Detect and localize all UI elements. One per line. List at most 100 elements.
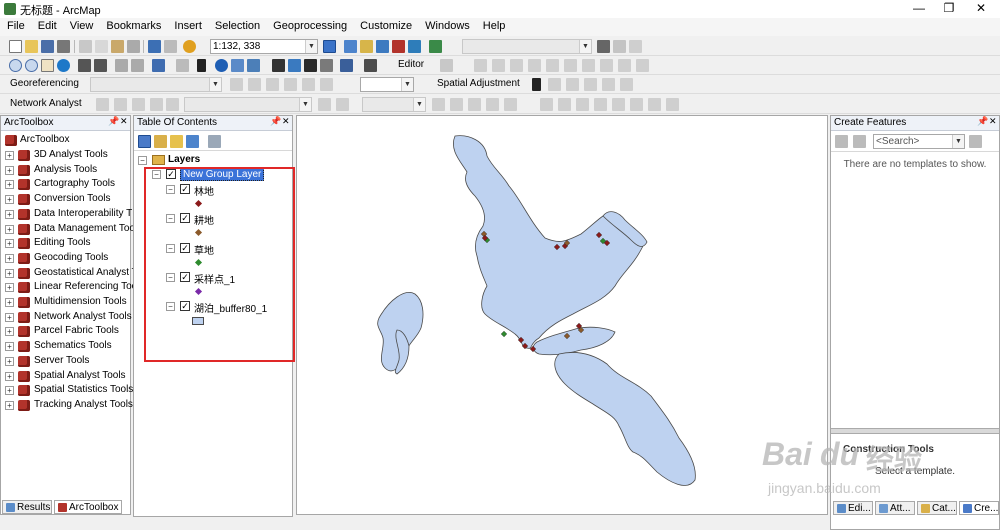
list-by-visibility-icon[interactable]	[170, 135, 183, 148]
trace-task-icon[interactable]	[336, 98, 349, 111]
close-icon[interactable]: ✕	[120, 116, 128, 127]
expand-icon[interactable]: +	[5, 180, 14, 190]
expand-icon[interactable]: +	[5, 239, 14, 249]
fixed-zoom-out-icon[interactable]	[94, 59, 107, 72]
close-icon[interactable]: ✕	[989, 116, 997, 127]
multi-displacement-icon[interactable]	[584, 78, 597, 91]
select-elements-icon[interactable]	[532, 78, 541, 91]
expand-icon[interactable]: +	[5, 165, 14, 175]
tab-editor[interactable]: Edi...	[833, 501, 873, 515]
tab-arctoolbox[interactable]: ArcToolbox	[54, 500, 122, 514]
collapse-icon[interactable]: −	[138, 156, 147, 165]
expand-icon[interactable]: +	[5, 312, 14, 322]
map-scale-combo[interactable]: 1:132, 338 ▼	[210, 39, 318, 54]
auto-registration-icon[interactable]	[302, 78, 315, 91]
menu-file[interactable]: File	[0, 18, 31, 36]
editor-menu[interactable]: Editor	[398, 59, 424, 70]
expand-icon[interactable]: +	[5, 224, 14, 234]
template-properties-icon[interactable]	[853, 135, 866, 148]
expand-icon[interactable]: +	[5, 195, 14, 205]
point-icon[interactable]	[528, 59, 541, 72]
sketch-icon[interactable]	[629, 40, 642, 53]
georeferencing-menu[interactable]: Georeferencing	[10, 78, 79, 89]
menu-edit[interactable]: Edit	[31, 18, 63, 36]
pin-icon[interactable]: 📌	[977, 116, 988, 127]
clear-results-icon[interactable]	[486, 98, 499, 111]
validate-topology-icon[interactable]	[558, 98, 571, 111]
topology-icon[interactable]	[540, 98, 553, 111]
close-icon[interactable]: ✕	[282, 116, 290, 127]
expand-icon[interactable]: +	[5, 386, 14, 396]
expand-icon[interactable]: +	[5, 268, 14, 278]
flag-icon[interactable]	[432, 98, 445, 111]
map-view[interactable]	[296, 115, 828, 515]
trace-icon[interactable]	[510, 59, 523, 72]
expand-icon[interactable]: +	[5, 356, 14, 366]
list-by-drawing-order-icon[interactable]	[138, 135, 151, 148]
copy-icon[interactable]	[95, 40, 108, 53]
display-results-icon[interactable]	[504, 98, 517, 111]
tab-results[interactable]: Results	[2, 500, 52, 514]
cut-polygons-icon[interactable]	[546, 59, 559, 72]
minimize-button[interactable]: —	[904, 0, 934, 18]
forward-icon[interactable]	[131, 59, 144, 72]
tab-create-features[interactable]: Cre...	[959, 501, 999, 515]
menu-view[interactable]: View	[63, 18, 100, 36]
save-icon[interactable]	[41, 40, 54, 53]
create-features-icon[interactable]	[636, 59, 649, 72]
menu-geoprocessing[interactable]: Geoprocessing	[266, 18, 353, 36]
tab-catalog[interactable]: Cat...	[917, 501, 957, 515]
menu-insert[interactable]: Insert	[167, 18, 208, 36]
viewer-icon[interactable]	[320, 78, 333, 91]
end-point-arc-icon[interactable]	[492, 59, 505, 72]
back-icon[interactable]	[115, 59, 128, 72]
identify-icon[interactable]	[215, 59, 228, 72]
expand-icon[interactable]: +	[5, 151, 14, 160]
pan-icon[interactable]	[41, 59, 54, 72]
organize-templates-icon[interactable]	[835, 135, 848, 148]
find-icon[interactable]	[272, 59, 285, 72]
barrier-icon[interactable]	[450, 98, 463, 111]
cut-icon[interactable]	[79, 40, 92, 53]
menu-customize[interactable]: Customize	[353, 18, 418, 36]
expand-icon[interactable]: +	[5, 209, 14, 219]
add-control-points-icon[interactable]	[266, 78, 279, 91]
planarize-lines-icon[interactable]	[648, 98, 661, 111]
search-icon[interactable]	[969, 135, 982, 148]
undo-icon[interactable]	[148, 40, 161, 53]
add-data-icon[interactable]	[183, 40, 196, 53]
restore-button[interactable]: ❐	[934, 0, 964, 18]
georef-scale-combo[interactable]: ▼	[360, 77, 414, 92]
sketch-properties-icon[interactable]	[618, 59, 631, 72]
zoom-out-icon[interactable]	[25, 59, 38, 72]
menu-windows[interactable]: Windows	[418, 18, 476, 36]
fixed-zoom-in-icon[interactable]	[78, 59, 91, 72]
model-builder-icon[interactable]	[429, 40, 442, 53]
arctoolbox-icon[interactable]	[392, 40, 405, 53]
zoom-in-icon[interactable]	[9, 59, 22, 72]
create-fills-icon[interactable]	[666, 98, 679, 111]
straight-segment-icon[interactable]	[474, 59, 487, 72]
modify-link-icon[interactable]	[566, 78, 579, 91]
go-to-xy-icon[interactable]	[304, 59, 317, 72]
time-slider-icon[interactable]	[340, 59, 353, 72]
network-analyst-menu[interactable]: Network Analyst	[10, 98, 82, 109]
find-route-icon[interactable]	[288, 59, 301, 72]
map-canvas[interactable]	[297, 116, 829, 516]
spatial-adjustment-menu[interactable]: Spatial Adjustment	[437, 78, 520, 89]
rotate-georef-icon[interactable]	[230, 78, 243, 91]
select-move-location-icon[interactable]	[132, 98, 145, 111]
open-folder-icon[interactable]	[25, 40, 38, 53]
full-extent-icon[interactable]	[57, 59, 70, 72]
attributes-icon[interactable]	[600, 59, 613, 72]
split-tool-icon[interactable]	[564, 59, 577, 72]
select-elements-icon[interactable]	[197, 59, 206, 72]
solve-icon[interactable]	[150, 98, 163, 111]
splitter[interactable]	[831, 428, 999, 434]
pin-icon[interactable]: 📌	[270, 116, 281, 127]
menu-bookmarks[interactable]: Bookmarks	[99, 18, 167, 36]
chevron-down-icon[interactable]: ▼	[952, 135, 964, 148]
new-displacement-link-icon[interactable]	[548, 78, 561, 91]
expand-icon[interactable]: +	[5, 342, 14, 352]
print-icon[interactable]	[57, 40, 70, 53]
